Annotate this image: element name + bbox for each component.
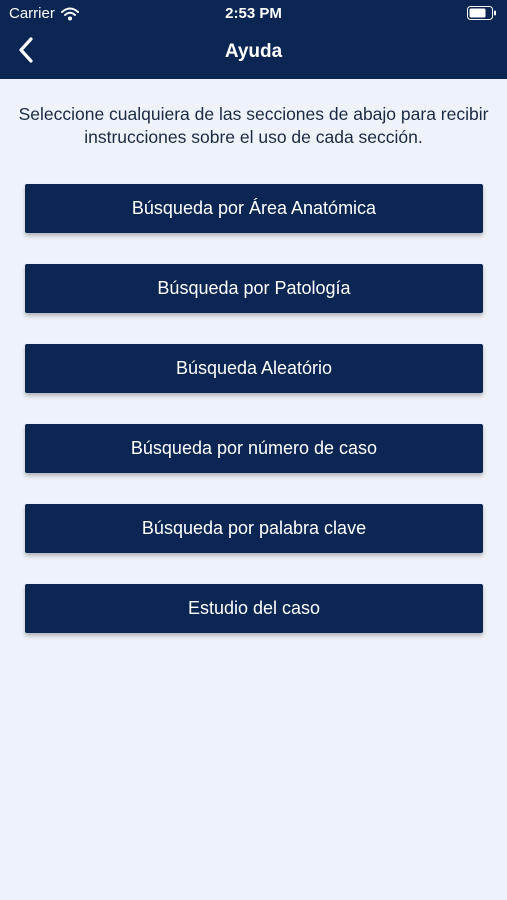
section-button-estudio-del-caso[interactable]: Estudio del caso <box>25 584 483 633</box>
status-bar: Carrier 2:53 PM <box>0 0 507 28</box>
section-button-area-anatomica[interactable]: Búsqueda por Área Anatómica <box>25 184 483 233</box>
section-button-patologia[interactable]: Búsqueda por Patología <box>25 264 483 313</box>
section-button-label: Búsqueda por número de caso <box>130 438 378 458</box>
intro-text: Seleccione cualquiera de las secciones d… <box>18 104 489 147</box>
section-button-label: Estudio del caso <box>187 598 321 618</box>
section-button-label: Búsqueda por Patología <box>157 278 351 298</box>
battery-icon <box>467 6 497 20</box>
top-bar: Carrier 2:53 PM Ayuda <box>0 0 507 79</box>
section-button-palabra-clave[interactable]: Búsqueda por palabra clave <box>25 504 483 553</box>
section-button-aleatorio[interactable]: Búsqueda Aleatório <box>25 344 483 393</box>
section-button-label: Búsqueda Aleatório <box>175 358 333 378</box>
section-button-label: Búsqueda por Área Anatómica <box>131 198 377 218</box>
section-button-numero-de-caso[interactable]: Búsqueda por número de caso <box>25 424 483 473</box>
page-title: Ayuda <box>224 41 283 62</box>
status-time: 2:53 PM <box>225 5 282 22</box>
section-button-label: Búsqueda por palabra clave <box>141 518 367 538</box>
nav-bar: Ayuda <box>0 28 507 79</box>
help-sections-list: Búsqueda por Área Anatómica Búsqueda por… <box>25 184 483 664</box>
